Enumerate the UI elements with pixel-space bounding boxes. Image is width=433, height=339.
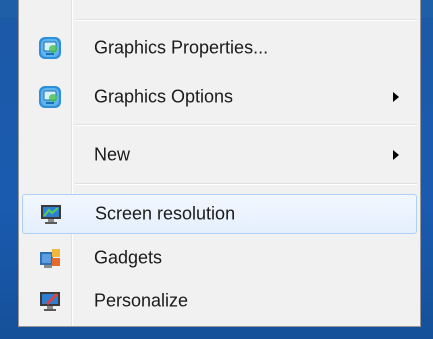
menu-item-label: Graphics Options — [94, 86, 234, 107]
intel-graphics-icon — [39, 86, 61, 108]
monitor-icon — [41, 205, 61, 224]
menu-separator — [75, 124, 417, 126]
menu-item-label: Gadgets — [94, 247, 163, 268]
menu-item-gadgets[interactable]: Gadgets — [22, 238, 417, 278]
gadgets-icon — [40, 249, 60, 268]
menu-item-label: Graphics Properties... — [94, 37, 269, 58]
submenu-arrow-icon — [393, 92, 399, 102]
submenu-arrow-icon — [393, 150, 399, 160]
menu-item-personalize[interactable]: Personalize — [22, 281, 417, 321]
personalize-icon — [40, 292, 60, 311]
menu-item-label: New — [94, 144, 131, 165]
menu-item-label: Personalize — [94, 290, 189, 311]
menu-separator — [75, 19, 417, 21]
menu-item-graphics-options[interactable]: Graphics Options — [22, 77, 417, 117]
intel-graphics-icon — [39, 37, 61, 59]
menu-item-label: Screen resolution — [95, 203, 236, 224]
menu-item-screen-resolution[interactable]: Screen resolution — [22, 194, 417, 234]
menu-separator — [75, 183, 417, 185]
desktop-context-menu: Graphics Properties... Graphics Options … — [18, 0, 421, 327]
menu-item-new[interactable]: New — [22, 135, 417, 175]
menu-item-graphics-properties[interactable]: Graphics Properties... — [22, 28, 417, 68]
